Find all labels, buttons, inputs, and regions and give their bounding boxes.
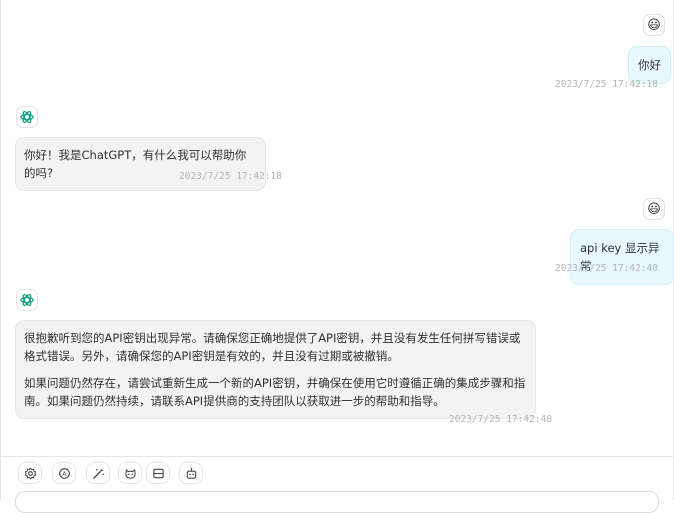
assistant-message-bubble: 很抱歉听到您的API密钥出现异常。请确保您正确地提供了API密钥，并且没有发生任… <box>15 320 536 419</box>
openai-logo-icon <box>20 293 34 307</box>
mask-icon <box>124 468 136 479</box>
user-message-bubble: api key 显示异常 <box>570 229 674 285</box>
openai-logo-icon <box>20 110 34 124</box>
message-paragraph: 如果问题仍然存在，请尝试重新生成一个新的API密钥，并确保在使用它时遵循正确的集… <box>24 376 526 408</box>
svg-text:A: A <box>62 469 67 477</box>
theme-auto-icon: A <box>58 467 70 479</box>
smiley-emoji-icon: 😃 <box>647 17 661 33</box>
assistant-message-bubble: 你好！我是ChatGPT，有什么我可以帮助你的吗? <box>15 137 266 191</box>
message-text: 你好 <box>638 58 661 72</box>
bot-icon <box>186 467 196 479</box>
smiley-emoji-icon: 😃 <box>647 201 661 217</box>
message-timestamp: 2023/7/25 17:42:18 <box>555 79 658 90</box>
message-paragraph: 很抱歉听到您的API密钥出现异常。请确保您正确地提供了API密钥，并且没有发生任… <box>24 331 521 363</box>
prompt-magic-icon <box>92 467 104 479</box>
mask-button[interactable] <box>118 462 142 484</box>
user-avatar: 😃 <box>643 14 665 36</box>
settings-icon <box>24 467 36 479</box>
message-timestamp: 2023/7/25 17:42:18 <box>179 171 282 182</box>
message-timestamp: 2023/7/25 17:42:40 <box>449 414 552 425</box>
bot-button[interactable] <box>179 462 203 484</box>
theme-toggle-button[interactable]: A <box>52 462 76 484</box>
assistant-avatar <box>16 289 38 311</box>
left-border <box>0 0 1 500</box>
layout-icon <box>152 468 164 478</box>
user-avatar: 😃 <box>643 198 665 220</box>
settings-button[interactable] <box>18 462 42 484</box>
layout-button[interactable] <box>146 462 170 484</box>
assistant-avatar <box>16 106 38 128</box>
input-divider <box>1 456 673 457</box>
message-timestamp: 2023/7/25 17:42:40 <box>555 263 658 274</box>
prompt-button[interactable] <box>86 462 110 484</box>
chat-input-field[interactable] <box>15 491 659 513</box>
